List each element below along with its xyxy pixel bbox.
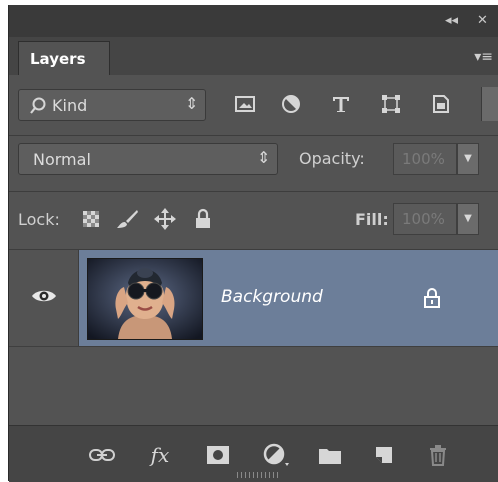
lock-image-pixels-icon[interactable] [113,204,141,234]
delete-layer-icon[interactable] [425,442,451,468]
chevron-updown-icon: ⇕ [185,94,199,113]
tab-layers[interactable]: Layers [18,41,110,75]
type-layer-filter-icon[interactable] [327,89,355,119]
panel-title-bar: ◂◂ ✕ [9,5,498,37]
filter-toggle-switch[interactable] [481,87,498,121]
pixel-layer-filter-icon[interactable] [231,89,259,119]
visibility-toggle[interactable] [9,250,78,346]
filter-kind-label: Kind [52,96,88,115]
blend-row: Normal ⇕ Opacity: 100% ▼ [9,136,498,191]
lock-row: Lock: Fill: 100% ▼ [9,192,498,249]
fill-input[interactable]: 100% [393,203,457,235]
blend-mode-value: Normal [33,150,91,169]
new-fill-adjustment-icon[interactable] [263,442,289,468]
resize-grip[interactable] [237,472,281,478]
collapse-icon[interactable]: ◂◂ [445,14,458,28]
eye-icon [32,290,56,302]
layer-style-icon[interactable]: fx [147,442,173,468]
layer-thumbnail [87,258,203,340]
lock-position-icon[interactable] [151,204,179,234]
shape-layer-filter-icon[interactable] [377,89,405,119]
search-icon [30,97,46,114]
layers-panel-window: ◂◂ ✕ Layers ▾≡ Kind ⇕ Normal ⇕ Opacity: … [8,5,498,482]
layer-row-background[interactable]: Background [9,250,498,346]
new-group-icon[interactable] [317,442,343,468]
panel-tab-strip: Layers ▾≡ [9,37,498,75]
layers-bottom-toolbar: fx [9,425,498,482]
lock-transparent-pixels-icon[interactable] [77,204,105,234]
fill-dropdown-button[interactable]: ▼ [457,203,479,235]
blend-mode-select[interactable]: Normal ⇕ [18,143,278,175]
lock-label: Lock: [18,210,60,229]
add-mask-icon[interactable] [205,442,231,468]
chevron-updown-icon: ⇕ [257,148,271,167]
layer-name[interactable]: Background [221,287,323,307]
new-layer-icon[interactable] [371,442,397,468]
opacity-label: Opacity: [299,149,365,168]
layer-lock-icon [424,288,440,308]
lock-all-icon[interactable] [189,204,217,234]
link-layers-icon[interactable] [89,442,115,468]
smart-object-filter-icon[interactable] [427,89,455,119]
fill-label: Fill: [355,210,389,229]
panel-menu-icon[interactable]: ▾≡ [474,49,493,65]
close-icon[interactable]: ✕ [477,14,488,28]
opacity-input[interactable]: 100% [393,143,457,175]
filter-row: Kind ⇕ [9,75,498,135]
filter-kind-select[interactable]: Kind ⇕ [18,89,206,121]
adjustment-layer-filter-icon[interactable] [277,89,305,119]
opacity-dropdown-button[interactable]: ▼ [457,143,479,175]
